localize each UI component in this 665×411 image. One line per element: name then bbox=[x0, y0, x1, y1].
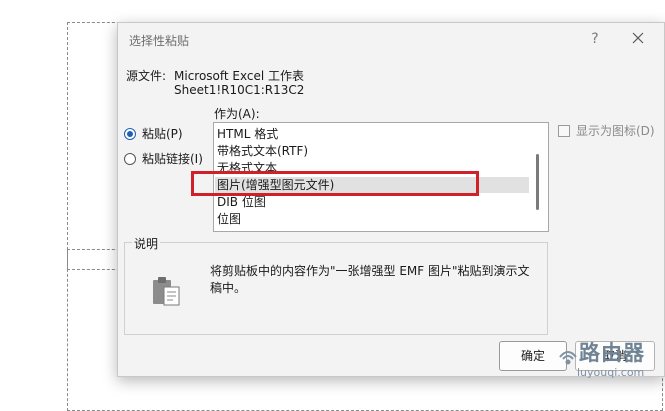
help-button[interactable]: ? bbox=[583, 27, 607, 51]
list-item[interactable]: 带格式文本(RTF) bbox=[217, 143, 308, 159]
paste-radio-label: 粘贴(P) bbox=[142, 127, 183, 141]
paste-link-radio-label: 粘贴链接(I) bbox=[142, 152, 203, 166]
list-item[interactable]: HTML 格式 bbox=[217, 126, 278, 142]
checkbox[interactable] bbox=[558, 124, 570, 137]
paste-as-label: 作为(A): bbox=[214, 107, 260, 121]
router-logo-icon bbox=[559, 351, 577, 365]
source-range: Sheet1!R10C1:R13C2 bbox=[174, 83, 305, 97]
close-icon bbox=[632, 32, 644, 44]
clipboard-icon bbox=[153, 277, 180, 306]
watermark-url: luyouqi.com bbox=[577, 366, 645, 379]
radio-button-checked[interactable] bbox=[124, 127, 136, 140]
display-as-icon-label: 显示为图标(D) bbox=[576, 124, 655, 138]
close-button[interactable] bbox=[626, 27, 650, 51]
listbox-scrollbar-thumb[interactable] bbox=[536, 154, 539, 210]
display-as-icon-checkbox[interactable]: 显示为图标(D) bbox=[558, 122, 655, 139]
description-label: 说明 bbox=[132, 235, 161, 252]
dialog-title: 选择性粘贴 bbox=[129, 34, 190, 48]
paste-special-dialog: 选择性粘贴 ? 源文件: Microsoft Excel 工作表 Sheet1!… bbox=[117, 22, 665, 377]
list-item[interactable]: DIB 位图 bbox=[217, 194, 266, 210]
source-value: Microsoft Excel 工作表 bbox=[174, 69, 305, 83]
description-text: 将剪贴板中的内容作为"一张增强型 EMF 图片"粘贴到演示文稿中。 bbox=[210, 264, 530, 295]
radio-button[interactable] bbox=[124, 152, 136, 165]
selection-highlight-box bbox=[191, 171, 479, 196]
source-label: 源文件: bbox=[126, 69, 167, 83]
ok-button[interactable]: 确定 bbox=[499, 341, 567, 371]
title-bar: 选择性粘贴 ? bbox=[118, 23, 664, 57]
paste-radio[interactable]: 粘贴(P) bbox=[124, 125, 183, 142]
paste-link-radio[interactable]: 粘贴链接(I) bbox=[124, 150, 203, 167]
watermark-text: 路由器 bbox=[579, 341, 645, 365]
list-item[interactable]: 位图 bbox=[217, 211, 241, 227]
